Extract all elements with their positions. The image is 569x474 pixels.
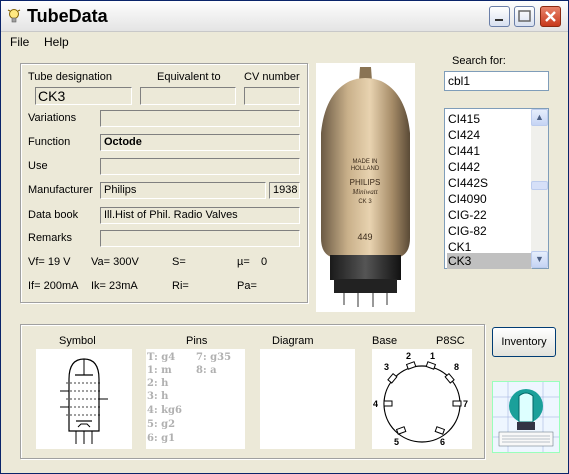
window-title: TubeData xyxy=(27,6,108,26)
equivalent-to-field[interactable] xyxy=(140,87,236,105)
title-bar[interactable]: TubeData xyxy=(1,1,568,32)
variations-field[interactable] xyxy=(100,110,300,127)
photo-code: 449 xyxy=(357,232,372,242)
ik-value: Ik= 23mA xyxy=(91,280,138,292)
base-pin-number: 5 xyxy=(394,437,399,447)
pa-value: Pa= xyxy=(237,280,257,292)
photo-brand: PHILIPS xyxy=(350,178,381,187)
lightbulb-icon xyxy=(7,9,21,23)
close-button[interactable] xyxy=(540,6,561,27)
menu-file[interactable]: File xyxy=(10,35,29,49)
base-header: Base xyxy=(372,335,398,347)
list-item[interactable]: CI424 xyxy=(447,127,532,143)
diagram-header: Diagram xyxy=(272,335,314,347)
pin-entry: 7: g35 xyxy=(196,352,232,363)
base-pin-number: 2 xyxy=(406,351,411,361)
photo-holland: HOLLAND xyxy=(351,166,380,172)
vf-value: Vf= 19 V xyxy=(28,256,71,268)
close-icon xyxy=(545,11,556,22)
tube-symbol xyxy=(36,349,132,449)
base-pin-number: 4 xyxy=(373,399,378,409)
year-field[interactable]: 1938 xyxy=(269,182,300,199)
function-field[interactable]: Octode xyxy=(100,134,300,151)
base-pin-number: 7 xyxy=(463,399,468,409)
pin-entry: T: g4 xyxy=(147,352,176,363)
scroll-thumb[interactable] xyxy=(531,181,548,190)
search-label: Search for: xyxy=(452,55,506,67)
list-item[interactable]: CIG-22 xyxy=(447,207,532,223)
list-scrollbar[interactable]: ▲ ▼ xyxy=(531,109,548,268)
scroll-up-button[interactable]: ▲ xyxy=(531,109,548,126)
use-label: Use xyxy=(28,160,48,172)
tube-symbol-drawing xyxy=(60,358,108,444)
pins-list: T: g4 1: m 2: h 3: h 4: kg6 5: g2 6: g1 … xyxy=(146,349,245,449)
manufacturer-field[interactable]: Philips xyxy=(100,182,266,199)
tube-photo-image: MADE IN HOLLAND PHILIPS Miniwatt CK 3 44… xyxy=(321,67,410,307)
s-value: S= xyxy=(172,256,186,268)
mu-value: 0 xyxy=(261,256,268,268)
equivalent-to-label: Equivalent to xyxy=(157,71,221,83)
logo-image xyxy=(493,382,559,452)
tube-designation-field[interactable]: CK3 xyxy=(35,87,132,105)
data-book-field[interactable]: Ill.Hist of Phil. Radio Valves xyxy=(100,207,300,224)
list-item[interactable]: CI442S xyxy=(447,175,532,191)
maximize-icon xyxy=(518,10,531,22)
diagram-area xyxy=(260,349,355,449)
cv-number-field[interactable] xyxy=(244,87,300,105)
tubedata-logo xyxy=(492,381,560,453)
inventory-button[interactable]: Inventory xyxy=(492,327,556,357)
mu-label: µ= xyxy=(237,256,250,268)
cv-number-label: CV number xyxy=(244,71,300,83)
if-value: If= 200mA xyxy=(28,280,79,292)
scroll-down-icon: ▼ xyxy=(535,254,544,264)
va-value: Va= 300V xyxy=(91,256,139,268)
tube-designation-label: Tube designation xyxy=(28,71,112,83)
variations-label: Variations xyxy=(28,112,77,124)
base-pin-number: 3 xyxy=(384,362,389,372)
pin-entry: 3: h xyxy=(147,391,169,402)
pin-entry: 4: kg6 xyxy=(147,405,183,416)
list-item[interactable]: CI442 xyxy=(447,159,532,175)
list-item-selected[interactable]: CK3 xyxy=(447,253,532,269)
remarks-field[interactable] xyxy=(100,230,300,247)
minimize-icon xyxy=(495,19,503,21)
pin-entry: 1: m xyxy=(147,365,172,376)
maximize-button[interactable] xyxy=(514,6,535,27)
scroll-up-icon: ▲ xyxy=(535,112,544,122)
list-item[interactable]: CI441 xyxy=(447,143,532,159)
tubedata-window: TubeData File Help Tube designation Equi… xyxy=(0,0,569,474)
photo-type: CK 3 xyxy=(358,199,372,205)
data-book-label: Data book xyxy=(28,209,79,221)
pin-entry: 6: g1 xyxy=(147,433,176,444)
tube-list[interactable]: CI415 CI424 CI441 CI442 CI442S CI4090 CI… xyxy=(444,108,549,269)
base-diagram: 1 2 3 4 5 6 7 8 xyxy=(372,349,472,449)
remarks-label: Remarks xyxy=(28,232,73,244)
manufacturer-label: Manufacturer xyxy=(28,184,93,196)
pins-header: Pins xyxy=(186,335,208,347)
menu-bar: File Help xyxy=(1,32,568,52)
symbol-header: Symbol xyxy=(59,335,96,347)
scroll-down-button[interactable]: ▼ xyxy=(531,251,548,268)
base-pin-number: 6 xyxy=(440,437,445,447)
pin-entry: 2: h xyxy=(147,378,169,389)
tube-photo: MADE IN HOLLAND PHILIPS Miniwatt CK 3 44… xyxy=(316,63,415,312)
search-input[interactable]: cbl1 xyxy=(444,71,549,91)
minimize-button[interactable] xyxy=(489,6,510,27)
photo-miniwatt: Miniwatt xyxy=(351,188,378,196)
base-pin-number: 1 xyxy=(430,351,435,361)
ri-value: Ri= xyxy=(172,280,189,292)
list-item[interactable]: CIG-82 xyxy=(447,223,532,239)
use-field[interactable] xyxy=(100,158,300,175)
list-item[interactable]: CI4090 xyxy=(447,191,532,207)
menu-help[interactable]: Help xyxy=(44,35,69,49)
pin-entry: 8: a xyxy=(196,365,217,376)
base-pinout-drawing: 1 2 3 4 5 6 7 8 xyxy=(373,351,468,447)
list-item[interactable]: CI415 xyxy=(447,111,532,127)
pin-entry: 5: g2 xyxy=(147,419,176,430)
function-label: Function xyxy=(28,136,71,148)
base-type: P8SC xyxy=(436,335,465,347)
photo-made-in: MADE IN xyxy=(352,159,377,165)
base-pin-number: 8 xyxy=(454,362,459,372)
